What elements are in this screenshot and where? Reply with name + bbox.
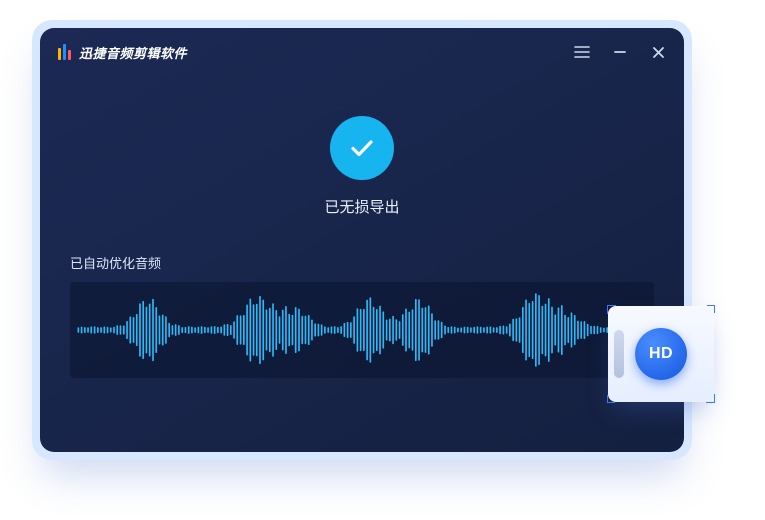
app-logo: 迅捷音频剪辑软件 [58, 43, 187, 62]
hd-badge: HD [608, 306, 714, 402]
section-label: 已自动优化音频 [70, 253, 654, 272]
window-frame: 迅捷音频剪辑软件 已无损导出 已自动优化音频 [32, 20, 692, 460]
hd-label: HD [649, 345, 673, 363]
logo-icon [58, 44, 71, 60]
status-text: 已无损导出 [324, 196, 399, 217]
app-window: 迅捷音频剪辑软件 已无损导出 已自动优化音频 [40, 28, 684, 452]
app-title: 迅捷音频剪辑软件 [79, 43, 187, 62]
window-controls [574, 44, 666, 60]
waveform-panel [70, 282, 654, 378]
menu-button[interactable] [574, 44, 590, 60]
main-content: 已无损导出 已自动优化音频 [40, 76, 684, 452]
minimize-button[interactable] [612, 44, 628, 60]
hd-icon: HD [635, 328, 687, 380]
hd-side-pill [614, 330, 624, 378]
waveform-icon [70, 290, 654, 370]
titlebar: 迅捷音频剪辑软件 [40, 28, 684, 76]
success-icon [330, 116, 394, 180]
audio-section: 已自动优化音频 [40, 253, 684, 378]
close-button[interactable] [650, 44, 666, 60]
